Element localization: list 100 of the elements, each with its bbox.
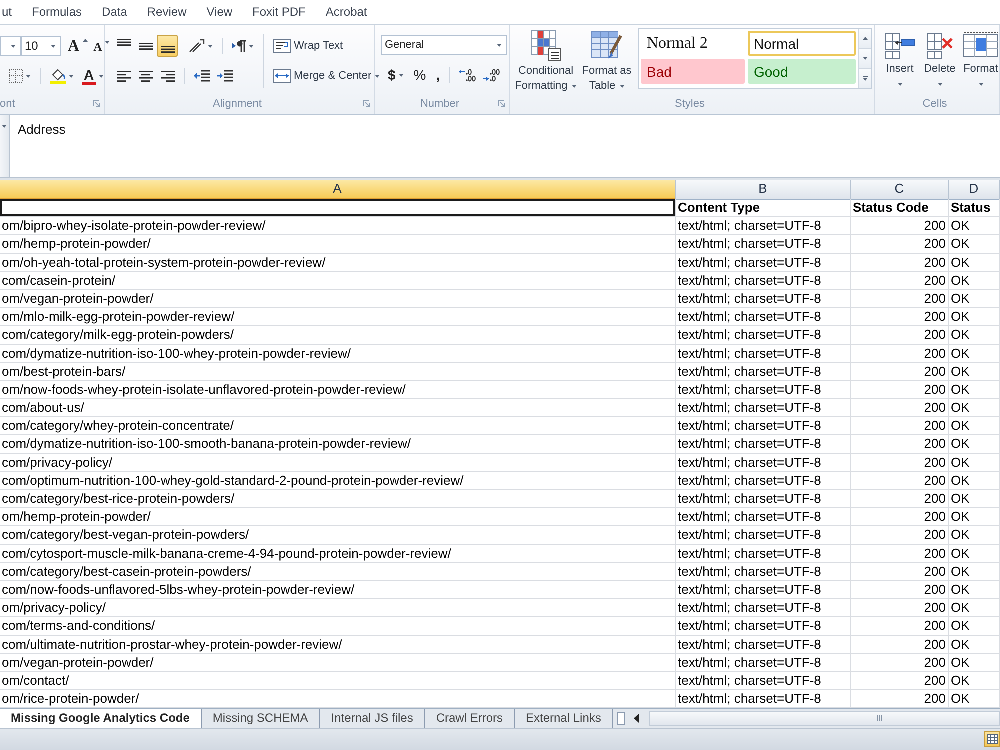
comma-style-button[interactable]: , [433,64,444,86]
table-cell: 200 [851,599,949,618]
format-cells-button[interactable]: Format [961,29,1000,93]
caret-icon [99,74,104,78]
table-cell: 200 [851,617,949,636]
caret-icon [620,84,625,88]
column-header[interactable]: C [851,180,949,200]
conditional-formatting-icon [530,30,562,62]
table-cell: com/cytosport-muscle-milk-banana-creme-4-94-pound-protein-powder-review/ [0,544,676,563]
table-cell: OK [949,362,1000,381]
table-cell: text/html; charset=UTF-8 [676,654,851,672]
fill-color-icon [50,68,66,84]
table-cell: text/html; charset=UTF-8 [676,217,851,236]
align-right-icon [160,70,174,82]
ribbon-tab[interactable]: View [196,0,243,24]
table-cell: text/html; charset=UTF-8 [676,399,851,418]
caret-icon [862,57,868,60]
table-cell: om/now-foods-whey-protein-isolate-unflavored-protein-powder-review/ [0,380,676,400]
caret-icon [82,39,88,42]
ribbon-tab[interactable]: Acrobat [316,0,378,24]
table-cell: text/html; charset=UTF-8 [676,672,851,690]
table-cell: OK [949,654,1000,672]
table-cell: 200 [851,508,949,526]
align-middle-icon [138,42,152,50]
table-cell: om/bipro-whey-isolate-protein-powder-review/ [0,217,676,236]
table-cell: 200 [851,654,949,672]
table-cell: com/dymatize-nutrition-iso-100-smooth-banana-protein-powder-review/ [0,435,676,454]
align-bottom-button[interactable] [157,35,178,57]
table-cell: com/category/whey-protein-concentrate/ [0,417,676,436]
conditional-formatting-button[interactable]: Conditional Formatting [513,27,579,91]
align-top-icon [116,39,130,46]
cell-style-item[interactable]: Normal [748,31,856,56]
percent-button[interactable]: % [410,64,430,86]
table-cell: text/html; charset=UTF-8 [676,344,851,363]
table-cell: OK [949,454,1000,472]
table-cell: om/hemp-protein-powder/ [0,508,676,526]
group-label: Alignment [213,98,262,110]
column-header[interactable]: D [949,180,1000,200]
table-cell: OK [949,599,1000,618]
delete-cells-button[interactable]: Delete [921,29,959,93]
table-cell: 200 [851,544,949,563]
caret-icon [51,44,56,48]
group-label: Cells [922,98,948,110]
table-cell: 200 [851,272,949,290]
table-cell: 200 [851,254,949,272]
currency-button[interactable]: $ [385,64,407,86]
ribbon-tab[interactable]: ut [0,0,22,24]
cell-style-item[interactable]: Bad [641,59,745,84]
number-format-dropdown[interactable]: General [381,35,507,55]
table-cell: OK [949,672,1000,690]
cell-style-item[interactable]: Good [748,59,856,84]
ribbon-tab[interactable]: Review [137,0,197,24]
column-header[interactable]: B [676,180,851,200]
gallery-scroll-down-button[interactable] [859,49,871,69]
caret-icon [11,44,16,48]
table-cell: text/html; charset=UTF-8 [676,617,851,636]
table-cell: text/html; charset=UTF-8 [676,272,851,290]
format-as-table-button[interactable]: Format as Table [579,27,635,91]
font-color-button[interactable]: A [79,65,108,87]
gallery-scroll-up-button[interactable] [859,29,871,49]
caret-icon [898,83,902,86]
table-cell: OK [949,508,1000,526]
table-cell: text/html; charset=UTF-8 [676,562,851,581]
horizontal-scrollbar[interactable] [649,711,1000,726]
table-cell: text/html; charset=UTF-8 [676,472,851,490]
decrease-indent-icon [194,70,210,82]
table-cell: OK [949,308,1000,326]
table-cell: text/html; charset=UTF-8 [676,526,851,545]
grow-font-button[interactable]: A [65,35,91,57]
wrap-text-icon [273,39,291,53]
header-cell: Status [949,199,1000,218]
table-cell: OK [949,526,1000,545]
shrink-font-button[interactable]: A [90,35,114,57]
table-cell: 200 [851,235,949,254]
table-cell: com/category/best-casein-protein-powders/ [0,562,676,581]
insert-cells-button[interactable]: Insert [881,29,919,93]
merge-center-button[interactable]: Merge & Center [270,64,383,88]
format-cells-icon [963,32,999,60]
table-cell: com/now-foods-unflavored-5lbs-whey-protein-powder-review/ [0,580,676,600]
ribbon-tab[interactable]: Foxit PDF [242,0,316,24]
table-cell: text/html; charset=UTF-8 [676,508,851,526]
ribbon-tab[interactable]: Data [92,0,138,24]
table-cell: text/html; charset=UTF-8 [676,326,851,344]
font-size-dropdown[interactable]: 10 [21,36,61,56]
ribbon-tab[interactable]: Formulas [22,0,92,24]
normal-view-button[interactable] [984,731,1000,748]
gallery-more-button[interactable] [859,69,871,88]
table-cell: 200 [851,472,949,490]
table-cell: com/casein-protein/ [0,272,676,290]
align-center-icon [138,70,152,82]
table-cell: 200 [851,417,949,436]
column-header[interactable]: A [0,180,676,200]
tab-split-handle[interactable] [617,712,626,725]
sheet-tab[interactable]: Missing Google Analytics Code [0,709,202,728]
table-cell: text/html; charset=UTF-8 [676,636,851,654]
table-cell: om/hemp-protein-powder/ [0,235,676,254]
caret-icon [69,74,74,78]
table-cell: 200 [851,562,949,581]
table-cell: 200 [851,308,949,326]
table-cell: text/html; charset=UTF-8 [676,254,851,272]
